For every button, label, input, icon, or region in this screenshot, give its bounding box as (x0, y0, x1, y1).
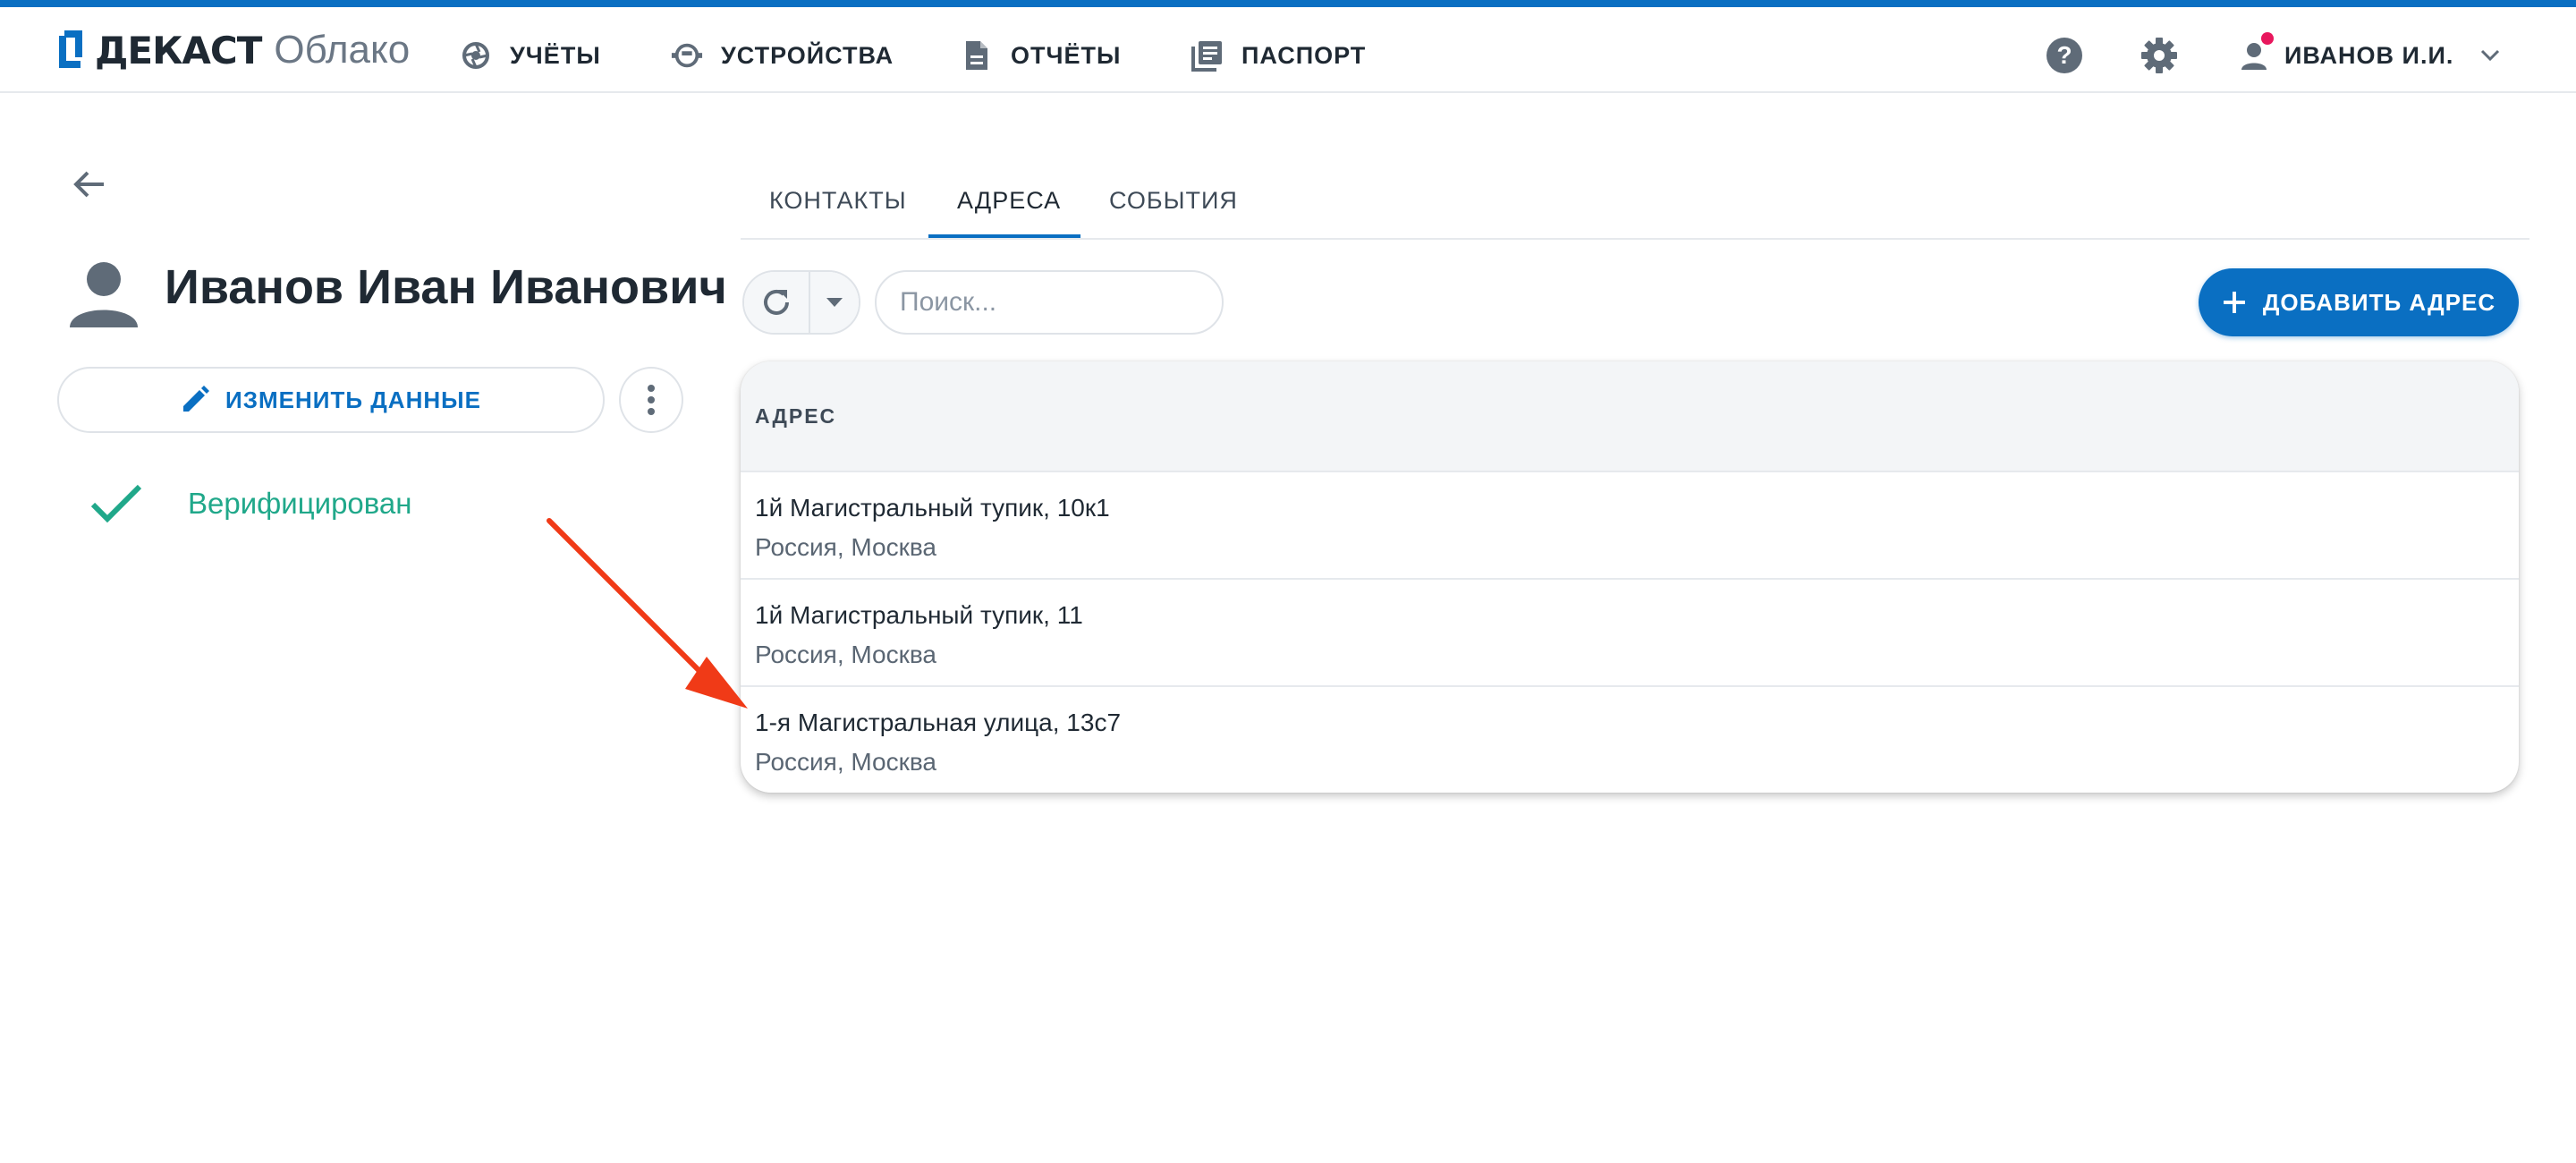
more-vert-icon (647, 384, 656, 416)
more-vert-button[interactable] (619, 367, 683, 433)
gear-icon[interactable] (2138, 34, 2181, 77)
nav-item-accounts[interactable]: УЧЁТЫ (460, 34, 601, 77)
nav-label: УЧЁТЫ (510, 41, 601, 69)
brand-subtitle: Облако (274, 28, 411, 72)
chevron-down-icon (2480, 49, 2500, 62)
refresh-button-group (742, 270, 860, 335)
table-row[interactable]: 1-я Магистральная улица, 13с7 Россия, Мо… (741, 685, 2519, 793)
nav-item-passport[interactable]: ПАСПОРТ (1191, 34, 1366, 77)
table-row[interactable]: 1й Магистральный тупик, 11 Россия, Москв… (741, 578, 2519, 685)
add-address-button[interactable]: ДОБАВИТЬ АДРЕС (2199, 268, 2519, 336)
user-name: ИВАНОВ И.И. (2284, 41, 2454, 69)
refresh-button[interactable] (744, 272, 810, 333)
tab-events[interactable]: СОБЫТИЯ (1109, 161, 1238, 240)
check-icon (89, 483, 143, 524)
verification-status: Верифицирован (89, 483, 412, 524)
user-avatar-icon (2240, 32, 2274, 73)
tab-bar: КОНТАКТЫ АДРЕСА СОБЫТИЯ (741, 161, 2529, 240)
address-city: Россия, Москва (755, 748, 936, 776)
address-city: Россия, Москва (755, 533, 936, 561)
app-logo[interactable]: ДЕКАСТ Облако (57, 27, 410, 73)
top-bar: ДЕКАСТ Облако УЧЁТЫ УСТРОЙСТВА ОТЧЁТЫ ПА… (0, 7, 2576, 93)
tab-contacts[interactable]: КОНТАКТЫ (769, 161, 907, 240)
address-city: Россия, Москва (755, 641, 936, 668)
brand-name: ДЕКАСТ (95, 28, 262, 72)
nav-label: УСТРОЙСТВА (721, 41, 894, 69)
person-icon (66, 256, 141, 331)
refresh-icon (760, 286, 792, 318)
meter-icon (671, 39, 703, 72)
address-street: 1й Магистральный тупик, 11 (755, 601, 1083, 629)
help-icon[interactable]: ? (2043, 34, 2086, 77)
active-tab-indicator (928, 234, 1080, 238)
edit-data-label: ИЗМЕНИТЬ ДАННЫЕ (225, 386, 481, 413)
table-row[interactable]: 1й Магистральный тупик, 10к1 Россия, Мос… (741, 471, 2519, 578)
user-menu[interactable]: ИВАНОВ И.И. (2240, 32, 2500, 79)
library-books-icon (1191, 39, 1224, 72)
document-icon (961, 39, 993, 72)
nav-label: ОТЧЁТЫ (1011, 41, 1122, 69)
nav-label: ПАСПОРТ (1241, 41, 1367, 69)
aperture-icon (460, 39, 492, 72)
add-address-label: ДОБАВИТЬ АДРЕС (2262, 288, 2496, 316)
svg-text:?: ? (2056, 41, 2072, 69)
person-name: Иванов Иван Иванович (165, 260, 727, 314)
nav-item-devices[interactable]: УСТРОЙСТВА (671, 34, 894, 77)
search-input[interactable] (875, 270, 1224, 335)
refresh-options-dropdown[interactable] (809, 272, 859, 333)
tab-addresses[interactable]: АДРЕСА (957, 161, 1061, 240)
address-street: 1-я Магистральная улица, 13с7 (755, 709, 1122, 736)
pencil-icon (181, 386, 210, 414)
caret-down-icon (826, 298, 843, 307)
edit-data-button[interactable]: ИЗМЕНИТЬ ДАННЫЕ (57, 367, 605, 433)
nav-item-reports[interactable]: ОТЧЁТЫ (961, 34, 1121, 77)
verification-label: Верифицирован (188, 487, 412, 520)
addresses-table: АДРЕС 1й Магистральный тупик, 10к1 Росси… (741, 361, 2519, 793)
top-accent-stripe (0, 0, 2576, 7)
back-arrow-icon[interactable] (66, 161, 113, 208)
plus-icon (2222, 290, 2247, 315)
column-header-address[interactable]: АДРЕС (755, 404, 836, 429)
notification-dot (2261, 32, 2274, 45)
logo-mark-icon (57, 29, 88, 72)
table-header: АДРЕС (741, 361, 2519, 471)
address-street: 1й Магистральный тупик, 10к1 (755, 494, 1110, 522)
